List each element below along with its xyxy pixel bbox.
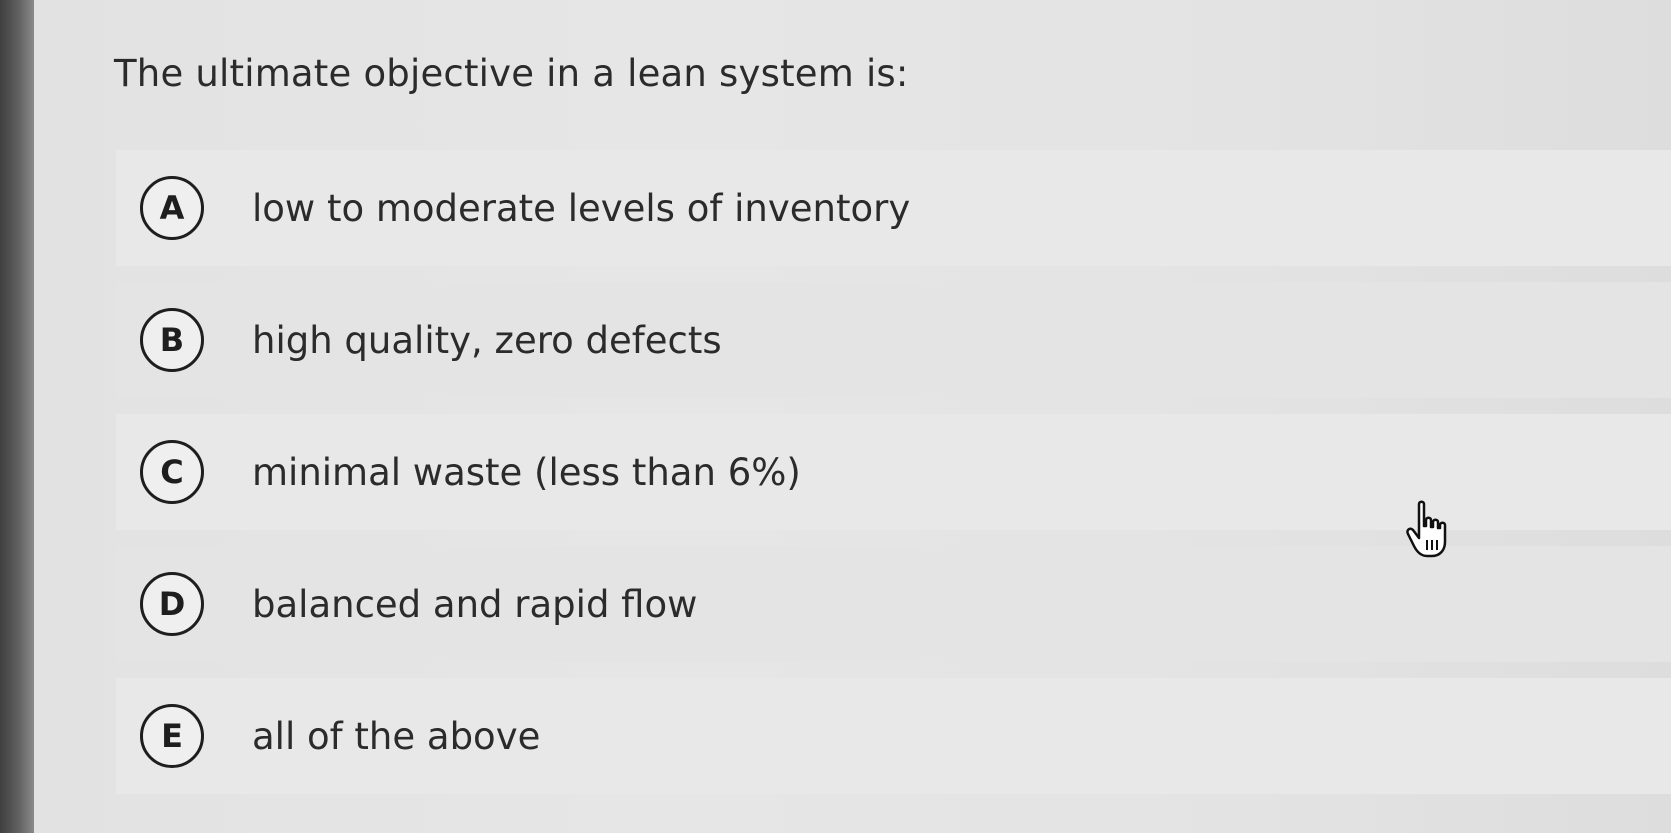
option-c-text: minimal waste (less than 6%) <box>252 450 801 494</box>
quiz-screen: The ultimate objective in a lean system … <box>0 0 1671 833</box>
option-e-letter: E <box>140 704 204 768</box>
question-text: The ultimate objective in a lean system … <box>114 52 909 95</box>
answer-options: A low to moderate levels of inventory B … <box>116 150 1671 810</box>
option-e-text: all of the above <box>252 714 541 758</box>
option-a-text: low to moderate levels of inventory <box>252 186 911 230</box>
option-a-letter: A <box>140 176 204 240</box>
option-d-letter: D <box>140 572 204 636</box>
hand-pointer-icon <box>1406 500 1447 558</box>
option-a[interactable]: A low to moderate levels of inventory <box>116 150 1671 266</box>
option-c-letter: C <box>140 440 204 504</box>
screen-bezel <box>0 0 34 833</box>
option-b-text: high quality, zero defects <box>252 318 722 362</box>
option-b-letter: B <box>140 308 204 372</box>
option-d-text: balanced and rapid flow <box>252 582 698 626</box>
option-d[interactable]: D balanced and rapid flow <box>116 546 1671 662</box>
option-b[interactable]: B high quality, zero defects <box>116 282 1671 398</box>
option-e[interactable]: E all of the above <box>116 678 1671 794</box>
